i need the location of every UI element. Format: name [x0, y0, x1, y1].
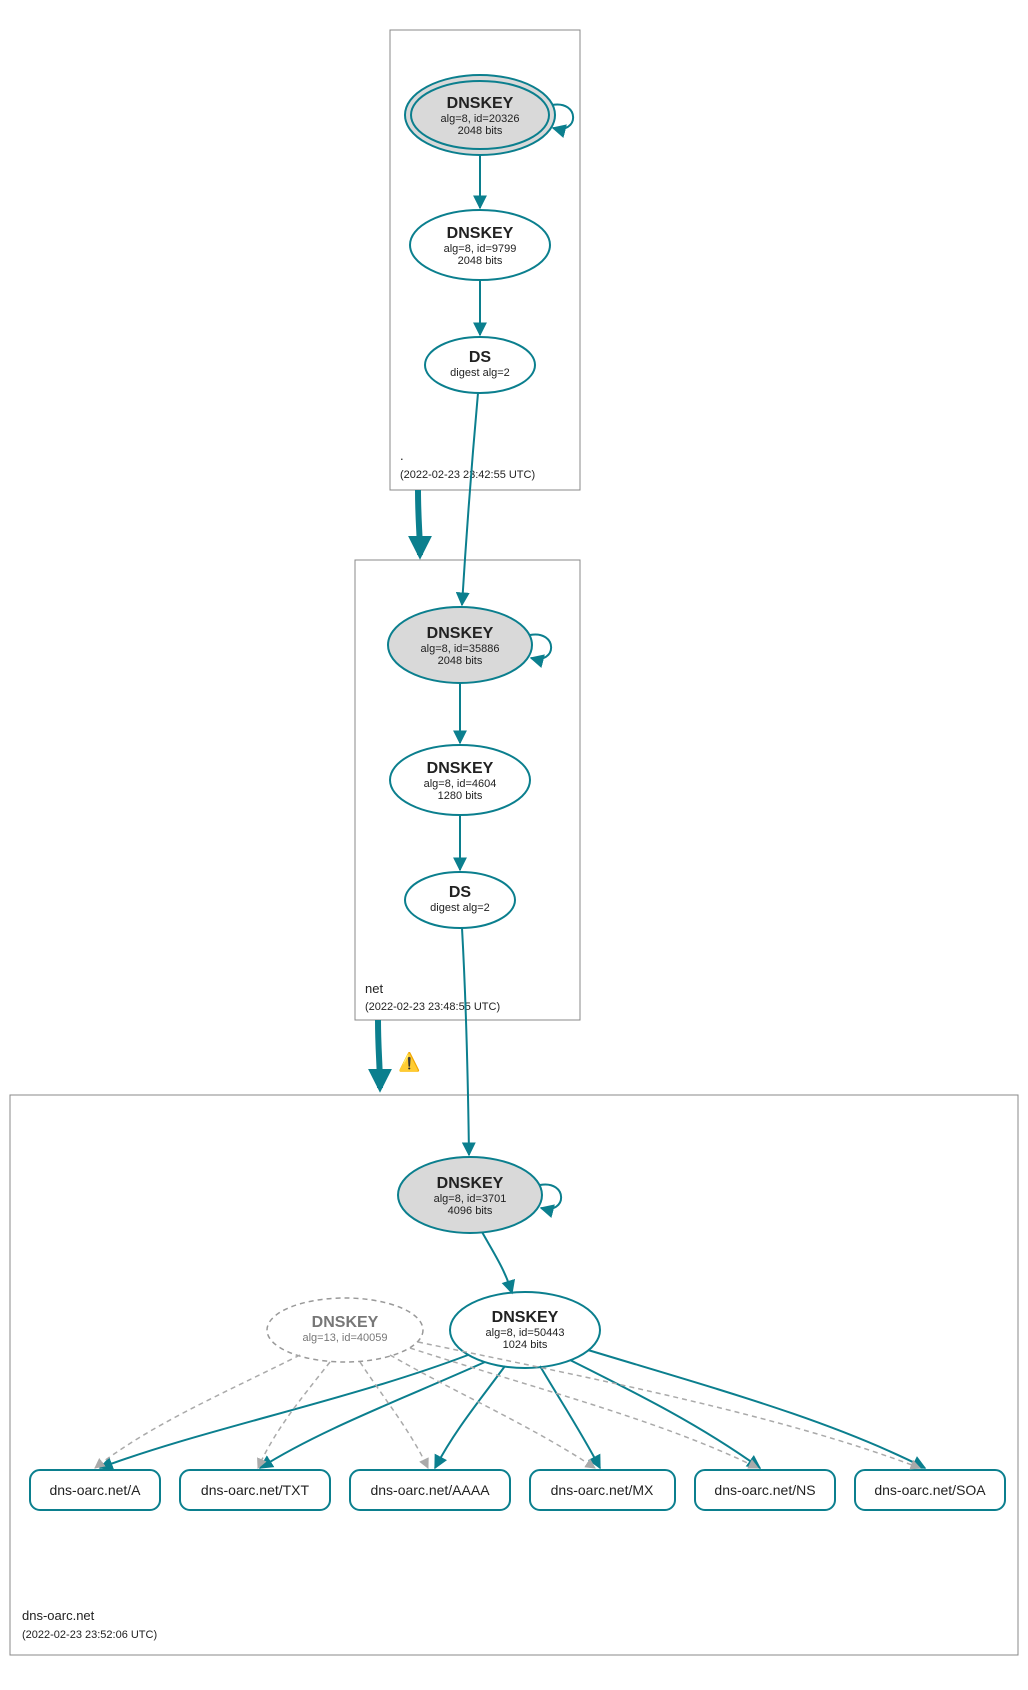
node-net-zsk: DNSKEY alg=8, id=4604 1280 bits: [390, 745, 530, 815]
svg-text:dns-oarc.net/MX: dns-oarc.net/MX: [551, 1482, 654, 1498]
node-dnsoarc-ksk: DNSKEY alg=8, id=3701 4096 bits: [398, 1157, 542, 1233]
svg-text:alg=8, id=50443: alg=8, id=50443: [486, 1327, 565, 1339]
svg-text:2048 bits: 2048 bits: [458, 125, 503, 137]
svg-text:DNSKEY: DNSKEY: [447, 225, 514, 242]
edge-dnsoarc-ksk-self: [540, 1185, 561, 1209]
svg-text:alg=8, id=20326: alg=8, id=20326: [441, 113, 520, 125]
svg-text:DNSKEY: DNSKEY: [437, 1175, 504, 1192]
node-root-ksk: DNSKEY alg=8, id=20326 2048 bits: [405, 75, 555, 155]
node-net-ds: DS digest alg=2: [405, 872, 515, 928]
svg-text:dns-oarc.net/AAAA: dns-oarc.net/AAAA: [370, 1482, 490, 1498]
warning-icon: ⚠️: [398, 1051, 420, 1072]
svg-text:1280 bits: 1280 bits: [438, 790, 483, 802]
zone-root-timestamp: (2022-02-23 23:42:55 UTC): [400, 469, 535, 481]
svg-text:DNSKEY: DNSKEY: [312, 1314, 379, 1331]
edge-zsk-soa: [588, 1350, 925, 1468]
svg-text:dns-oarc.net/TXT: dns-oarc.net/TXT: [201, 1482, 310, 1498]
node-dnsoarc-extra: DNSKEY alg=13, id=40059: [267, 1298, 423, 1362]
svg-text:alg=13, id=40059: alg=13, id=40059: [302, 1332, 387, 1344]
edge-root-to-net-zone: [418, 490, 420, 555]
svg-text:digest alg=2: digest alg=2: [430, 902, 490, 914]
svg-text:alg=8, id=3701: alg=8, id=3701: [434, 1193, 507, 1205]
edge-zsk-ns: [570, 1360, 760, 1468]
node-net-ksk: DNSKEY alg=8, id=35886 2048 bits: [388, 607, 532, 683]
rrset-aaaa: dns-oarc.net/AAAA: [350, 1470, 510, 1510]
node-dnsoarc-zsk: DNSKEY alg=8, id=50443 1024 bits: [450, 1292, 600, 1368]
rrset-a: dns-oarc.net/A: [30, 1470, 160, 1510]
svg-text:digest alg=2: digest alg=2: [450, 367, 510, 379]
zone-net-name: net: [365, 981, 383, 996]
node-root-ds: DS digest alg=2: [425, 337, 535, 393]
svg-text:dns-oarc.net/NS: dns-oarc.net/NS: [714, 1482, 815, 1498]
rrset-mx: dns-oarc.net/MX: [530, 1470, 675, 1510]
rrset-txt: dns-oarc.net/TXT: [180, 1470, 330, 1510]
svg-text:dns-oarc.net/SOA: dns-oarc.net/SOA: [874, 1482, 986, 1498]
edge-root-ds-net-ksk: [462, 393, 478, 605]
zone-root-name: .: [400, 448, 404, 463]
svg-text:DNSKEY: DNSKEY: [427, 625, 494, 642]
edge-zsk-a: [100, 1355, 468, 1468]
svg-text:dns-oarc.net/A: dns-oarc.net/A: [49, 1482, 141, 1498]
edge-net-to-dnsoarc-zone: [378, 1020, 380, 1088]
svg-text:2048 bits: 2048 bits: [438, 655, 483, 667]
node-root-zsk: DNSKEY alg=8, id=9799 2048 bits: [410, 210, 550, 280]
svg-text:DS: DS: [449, 884, 472, 901]
edge-extra-aaaa: [360, 1362, 428, 1468]
svg-text:DS: DS: [469, 349, 492, 366]
rrset-soa: dns-oarc.net/SOA: [855, 1470, 1005, 1510]
zone-dnsoarc-timestamp: (2022-02-23 23:52:06 UTC): [22, 1629, 157, 1641]
svg-text:DNSKEY: DNSKEY: [492, 1309, 559, 1326]
svg-text:alg=8, id=4604: alg=8, id=4604: [424, 778, 497, 790]
rrset-ns: dns-oarc.net/NS: [695, 1470, 835, 1510]
zone-dnsoarc-name: dns-oarc.net: [22, 1608, 95, 1623]
edge-zsk-aaaa: [435, 1366, 505, 1468]
edge-extra-txt: [258, 1362, 330, 1468]
svg-text:alg=8, id=35886: alg=8, id=35886: [421, 643, 500, 655]
edge-extra-a: [95, 1355, 300, 1468]
svg-text:1024 bits: 1024 bits: [503, 1339, 548, 1351]
zone-net-timestamp: (2022-02-23 23:48:55 UTC): [365, 1001, 500, 1013]
edge-dnsoarc-ksk-zsk: [482, 1232, 512, 1293]
svg-text:alg=8, id=9799: alg=8, id=9799: [444, 243, 517, 255]
edge-net-ksk-self: [530, 635, 551, 659]
svg-text:2048 bits: 2048 bits: [458, 255, 503, 267]
edge-zsk-txt: [260, 1362, 485, 1468]
svg-text:DNSKEY: DNSKEY: [447, 95, 514, 112]
edge-zsk-mx: [540, 1366, 600, 1468]
edge-net-ds-dnsoarc-ksk: [462, 928, 469, 1155]
svg-text:DNSKEY: DNSKEY: [427, 760, 494, 777]
svg-text:4096 bits: 4096 bits: [448, 1205, 493, 1217]
